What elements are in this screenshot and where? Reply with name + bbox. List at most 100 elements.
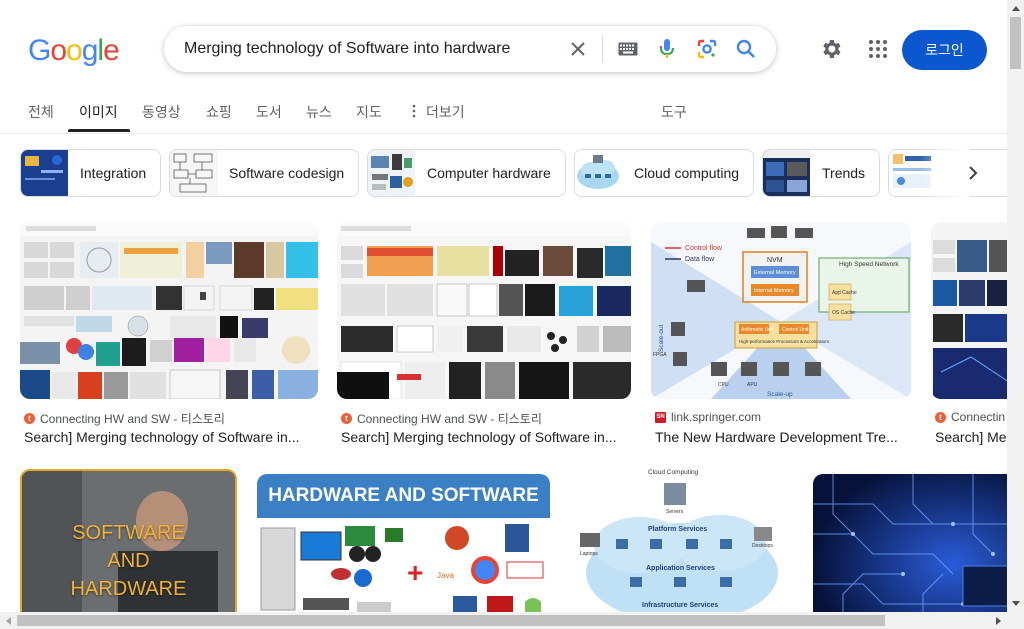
image-result[interactable]: Cloud Computing Servers Platform Service… (570, 469, 793, 619)
active-tab-indicator (68, 129, 130, 132)
platform-services-label: Platform Services (648, 526, 707, 533)
tab-more[interactable]: 더보기 (426, 102, 465, 122)
apu-label: APU (747, 382, 758, 388)
chip-label: Software codesign (229, 165, 345, 181)
chip-software-codesign[interactable]: Software codesign (169, 149, 359, 197)
high-speed-network-label: High Speed Network (839, 261, 899, 268)
result-thumbnail-hardware-software[interactable]: HARDWARE AND SOFTWARE + Java (257, 474, 550, 624)
cloud-title: Cloud Computing (648, 469, 699, 476)
overlay-text: HARDWARE (70, 578, 187, 600)
related-chips: Integration Software codesign Computer h… (20, 149, 1007, 197)
result-title[interactable]: Search] Merging technology of Software i… (341, 429, 629, 445)
apps-grid-icon[interactable] (866, 37, 890, 61)
tab-videos[interactable]: 동영상 (142, 102, 181, 122)
servers-label: Servers (666, 509, 684, 515)
settings-gear-icon[interactable] (819, 37, 843, 61)
search-box (164, 26, 776, 72)
microphone-icon[interactable] (655, 37, 679, 61)
login-button[interactable]: 로그인 (902, 30, 987, 70)
search-icon[interactable] (734, 37, 758, 61)
tab-maps[interactable]: 지도 (356, 102, 382, 122)
image-result[interactable]: Control flow Data flow NVM External Memo… (651, 222, 911, 452)
result-thumbnail[interactable] (20, 222, 318, 399)
chip-integration-thumbnail (21, 150, 68, 196)
result-source-text: Connecting HW and SW - 티스토리 (357, 412, 542, 426)
control-unit-label: Control Unit (782, 327, 809, 333)
os-cache-label: OS Cache (832, 310, 855, 316)
result-source-text: link.springer.com (671, 410, 762, 424)
result-thumbnail-springer-diagram[interactable]: Control flow Data flow NVM External Memo… (651, 222, 911, 399)
application-services-label: Application Services (646, 565, 715, 572)
result-source-text: Connectin (951, 410, 1006, 424)
tab-books[interactable]: 도서 (256, 102, 282, 122)
result-thumbnail[interactable] (337, 222, 631, 399)
horizontal-scroll-thumb[interactable] (17, 615, 885, 626)
infrastructure-services-label: Infrastructure Services (642, 602, 718, 609)
tab-news[interactable]: 뉴스 (306, 102, 332, 122)
springer-favicon-icon: SN (655, 411, 666, 423)
chip-integration[interactable]: Integration (20, 149, 161, 197)
chip-codesign-thumbnail (170, 150, 218, 196)
tab-all[interactable]: 전체 (28, 102, 54, 122)
image-result[interactable]: t Connecting HW and SW - 티스토리 Search] Me… (20, 222, 318, 452)
more-vertical-icon (412, 104, 416, 118)
result-source[interactable]: t Connectin (935, 410, 1005, 424)
chip-computer-hardware[interactable]: Computer hardware (367, 149, 566, 197)
chip-trends-thumbnail (763, 150, 810, 196)
tistory-favicon-icon: t (24, 413, 35, 424)
tools-button[interactable]: 도구 (661, 102, 687, 122)
chip-cloud-computing[interactable]: Cloud computing (574, 149, 754, 197)
tab-images[interactable]: 이미지 (79, 102, 118, 122)
search-input[interactable] (184, 26, 564, 72)
svg-text:Java: Java (437, 571, 454, 580)
scroll-up-arrow-icon[interactable] (1007, 0, 1024, 17)
svg-text:+: + (407, 557, 423, 588)
result-source[interactable]: t Connecting HW and SW - 티스토리 (341, 410, 542, 427)
result-title[interactable]: Search] Me (935, 429, 1007, 445)
external-memory-label: External Memory (754, 270, 796, 276)
result-source[interactable]: t Connecting HW and SW - 티스토리 (24, 410, 225, 427)
internal-memory-label: Internal Memory (754, 288, 794, 294)
clear-icon[interactable] (566, 37, 590, 61)
tistory-favicon-icon: t (935, 411, 946, 423)
keyboard-icon[interactable] (616, 37, 640, 61)
scale-up-label: Scale-up (767, 391, 793, 398)
search-divider (602, 36, 603, 62)
processors-label: High-performance Processors & Accelerato… (739, 339, 830, 344)
image-result[interactable] (813, 474, 1013, 624)
result-title[interactable]: The New Hardware Development Tre... (655, 429, 909, 445)
chevron-right-icon (969, 166, 978, 180)
scroll-left-arrow-icon[interactable] (0, 612, 17, 629)
result-title[interactable]: Search] Merging technology of Software i… (24, 429, 316, 445)
google-logo[interactable]: Google (28, 34, 120, 68)
scroll-right-arrow-icon[interactable] (990, 612, 1007, 629)
chip-hardware-thumbnail (368, 150, 415, 196)
nvm-label: NVM (767, 257, 783, 264)
result-thumbnail-circuit-board[interactable] (813, 474, 1013, 624)
result-thumbnail-cloud-diagram[interactable]: Cloud Computing Servers Platform Service… (570, 469, 793, 619)
image-result[interactable]: t Connectin Search] Me (931, 222, 1024, 452)
chip-trends[interactable]: Trends (762, 149, 880, 197)
cpu-label: CPU (718, 382, 729, 388)
arithmetic-unit-label: Arithmetic Unit (741, 327, 774, 333)
google-lens-icon[interactable] (695, 37, 719, 61)
chips-next-button[interactable] (956, 156, 990, 190)
chip-label: Integration (80, 165, 147, 181)
scale-out-label: Scale-out (658, 324, 665, 352)
result-thumbnail-software-hardware[interactable]: SOFTWARE AND HARDWARE (20, 469, 237, 629)
banner-title: HARDWARE AND SOFTWARE (257, 474, 550, 518)
scroll-down-arrow-icon[interactable] (1007, 595, 1024, 612)
overlay-text: SOFTWARE (72, 522, 185, 544)
image-result[interactable]: t Connecting HW and SW - 티스토리 Search] Me… (337, 222, 631, 452)
tab-shopping[interactable]: 쇼핑 (206, 102, 232, 122)
image-result[interactable]: HARDWARE AND SOFTWARE + Java (257, 474, 550, 624)
vertical-scrollbar[interactable] (1007, 0, 1024, 612)
chip-label: Trends (822, 165, 866, 181)
chip-label: Cloud computing (634, 165, 740, 181)
overlay-text: AND (107, 550, 150, 572)
result-source[interactable]: SN link.springer.com (655, 410, 761, 424)
vertical-scroll-thumb[interactable] (1010, 17, 1021, 69)
search-tabs: 전체 이미지 동영상 쇼핑 도서 뉴스 지도 더보기 도구 (0, 92, 1007, 134)
image-result[interactable]: SOFTWARE AND HARDWARE (20, 469, 237, 629)
legend-control-flow: Control flow (685, 245, 723, 252)
